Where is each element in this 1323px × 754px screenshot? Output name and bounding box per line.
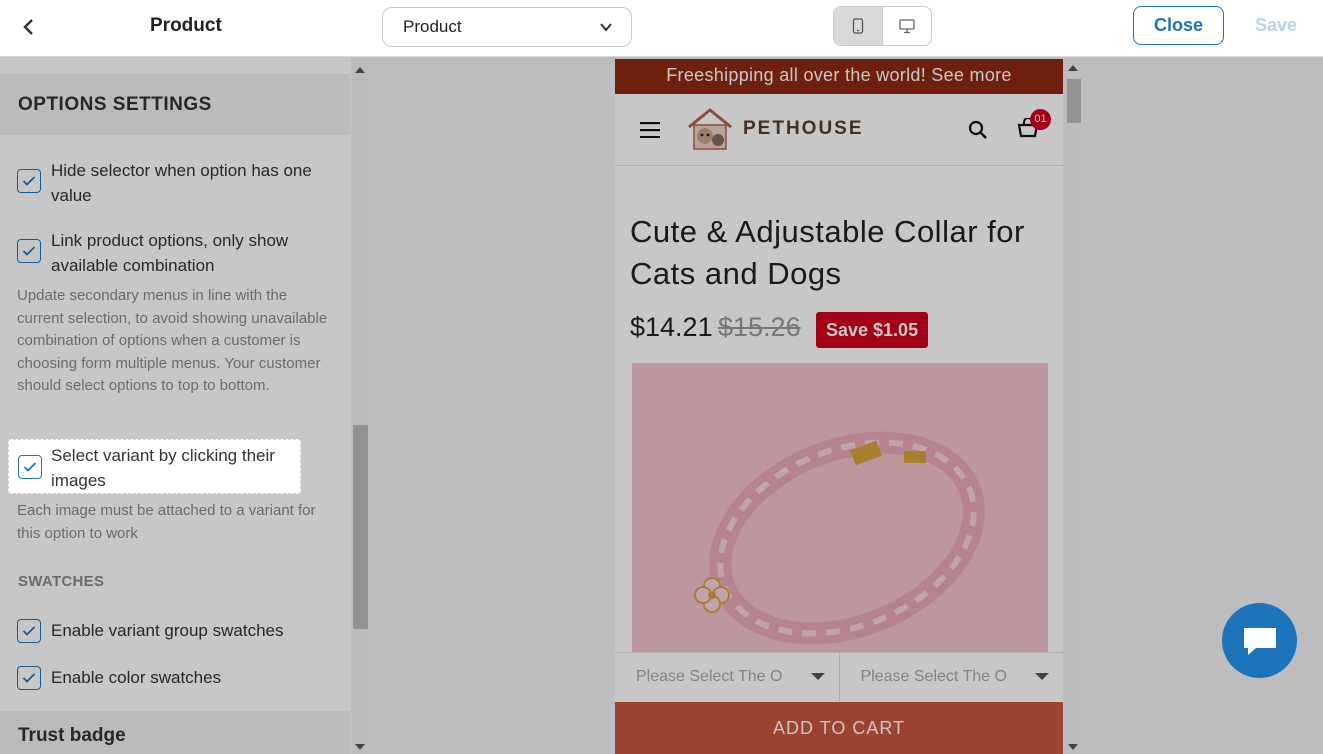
highlighted-option-spotlight[interactable]: Select variant by clicking their images [8,439,301,494]
dropdown-arrow-icon [1035,673,1049,680]
check-icon [22,626,36,636]
page-title: Product [150,15,222,36]
variant-select-1-placeholder: Please Select The O [636,668,783,685]
select-variant-image-help: Each image must be attached to a variant… [17,502,316,542]
trust-badge-section[interactable]: Trust badge [0,711,350,754]
save-badge: Save $1.05 [816,312,929,348]
search-icon[interactable] [968,120,988,140]
collar-image [632,363,1048,663]
brand-name: PETHOUSE [743,118,864,139]
desktop-view-button[interactable] [883,7,931,45]
variant-group-swatches-checkbox[interactable] [17,619,41,643]
variant-select-2-placeholder: Please Select The O [860,668,1007,685]
store-header: PETHOUSE 01 [615,94,1063,166]
save-button[interactable]: Save [1234,6,1318,45]
chevron-left-icon [23,19,33,35]
back-button[interactable] [14,13,42,41]
mobile-view-button[interactable] [834,7,883,45]
link-options-checkbox[interactable] [17,239,41,263]
check-icon [22,673,36,683]
menu-icon[interactable] [640,122,660,138]
chat-button[interactable] [1222,603,1297,678]
select-variant-image-checkbox-spotlight[interactable] [18,455,42,479]
chevron-down-icon [600,23,612,32]
section-header: OPTIONS SETTINGS [0,74,350,135]
color-swatches-label: Enable color swatches [51,668,222,687]
mobile-icon [852,18,864,34]
swatches-title: SWATCHES [18,573,105,590]
preview-canvas: Freeshipping all over the world! See mor… [370,57,1323,754]
store-logo[interactable]: PETHOUSE [685,107,864,151]
mobile-preview: Freeshipping all over the world! See mor… [615,59,1063,754]
compare-price: $15.26 [718,312,801,342]
link-options-help: Update secondary menus in line with the … [17,287,328,394]
template-select[interactable]: Product [382,7,632,47]
scroll-down-arrow[interactable] [355,744,365,750]
product-image[interactable] [632,363,1048,663]
product-price: $14.21 [630,312,713,342]
dropdown-arrow-icon [810,673,825,680]
sidebar-scroll-thumb[interactable] [353,425,368,629]
trust-badge-title: Trust badge [18,725,126,746]
link-options-label: Link product options, only show availabl… [51,231,289,275]
preview-scroll-up[interactable] [1068,65,1078,71]
settings-sidebar: OPTIONS SETTINGS Hide selector when opti… [0,57,370,754]
check-icon [22,246,36,256]
hide-selector-checkbox[interactable] [17,169,41,193]
check-icon [22,176,36,186]
template-select-value: Product [403,17,462,36]
preview-scrollbar[interactable] [1064,59,1083,754]
check-icon [23,462,37,472]
device-toggle [833,6,932,46]
product-title: Cute & Adjustable Collar for Cats and Do… [630,214,1025,291]
preview-scroll-thumb[interactable] [1067,79,1081,123]
variant-select-2[interactable]: Please Select The O [840,653,1064,702]
top-bar: Product Product Close Save [0,0,1323,57]
scroll-up-arrow[interactable] [355,67,365,73]
preview-scroll-down[interactable] [1068,744,1078,750]
section-title: OPTIONS SETTINGS [18,94,212,115]
announcement-bar[interactable]: Freeshipping all over the world! See mor… [615,59,1063,94]
variant-select-1[interactable]: Please Select The O [615,653,840,702]
variant-group-swatches-label: Enable variant group swatches [51,621,284,640]
sidebar-scrollbar[interactable] [351,57,370,754]
hide-selector-label: Hide selector when option has one value [51,161,312,205]
color-swatches-checkbox[interactable] [17,666,41,690]
close-button[interactable]: Close [1133,6,1224,45]
cart-count-badge: 01 [1030,109,1051,130]
add-to-cart-button[interactable]: ADD TO CART [615,702,1063,754]
chat-icon [1243,627,1276,655]
pet-house-logo-icon [688,108,732,150]
variant-selectors: Please Select The O Please Select The O [615,652,1063,702]
select-variant-image-label-spotlight: Select variant by clicking their images [51,446,275,490]
desktop-icon [899,18,915,33]
